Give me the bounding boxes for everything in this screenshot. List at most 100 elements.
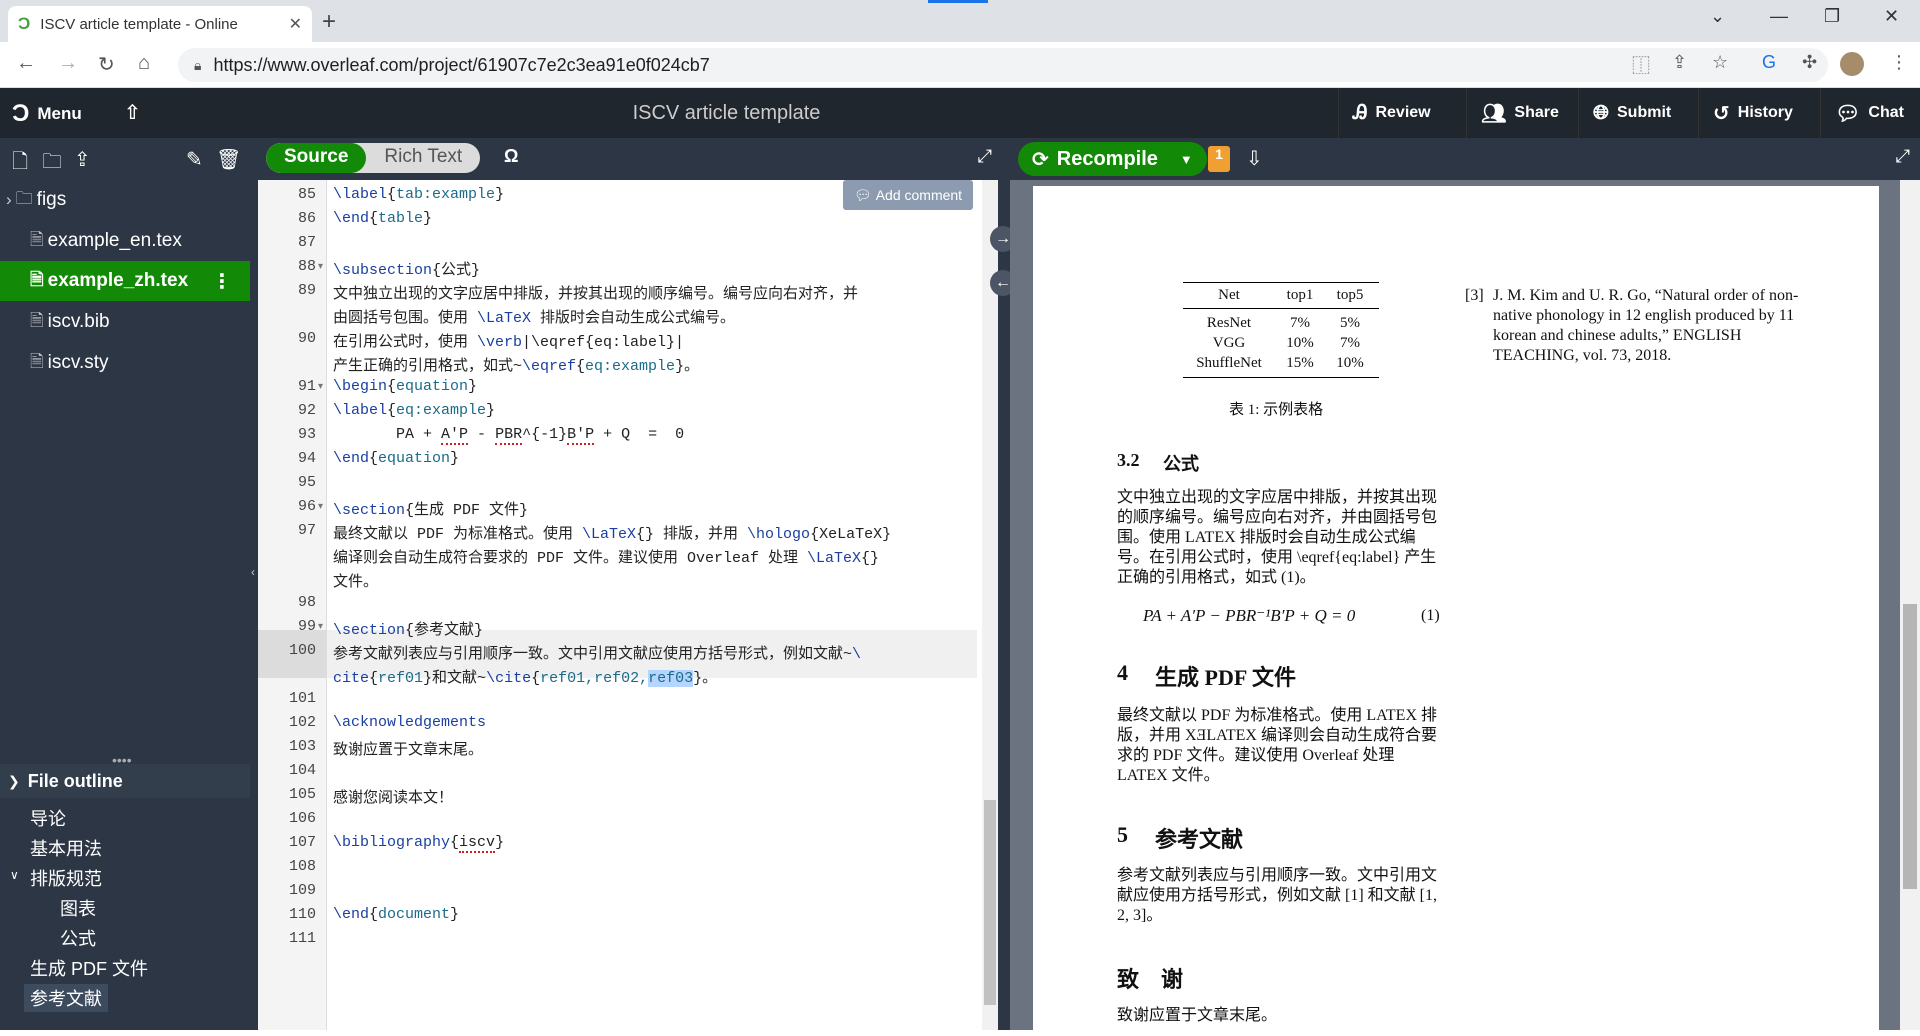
fold-arrow-icon[interactable]: ▾ bbox=[318, 501, 323, 512]
code-line: \begin{equation} bbox=[333, 378, 478, 395]
outline-item-active[interactable]: 参考文献 bbox=[24, 984, 108, 1012]
close-tab-icon[interactable]: ✕ bbox=[289, 14, 302, 34]
line-number: 110 bbox=[288, 906, 316, 923]
code-line: 致谢应置于文章末尾。 bbox=[333, 742, 484, 759]
close-window-button[interactable]: ✕ bbox=[1884, 6, 1899, 27]
new-file-icon[interactable]: 🗋 bbox=[12, 147, 28, 181]
file-tree-item-iscv-sty[interactable]: 🗎 iscv.sty bbox=[0, 343, 250, 383]
add-comment-button[interactable]: 💬︎ Add comment bbox=[843, 180, 973, 210]
outline-item[interactable]: 基本用法 bbox=[30, 834, 102, 862]
sidebar: 🗋 🗀 ⇪ ✎ 🗑︎ › 🗀 figs 🗎 example_en.tex 🗎 examp… bbox=[0, 138, 250, 1030]
delete-trash-icon[interactable]: 🗑︎ bbox=[216, 147, 241, 172]
chat-button[interactable]: 💬︎ Chat bbox=[1820, 88, 1918, 138]
review-button[interactable]: Ꭿ Review bbox=[1338, 88, 1445, 138]
file-tree-folder-figs[interactable]: › 🗀 figs bbox=[0, 180, 250, 220]
pdf-scroll-thumb[interactable] bbox=[1903, 604, 1917, 889]
file-tree-item-example-zh[interactable]: 🗎 example_zh.tex ⋮ bbox=[0, 261, 250, 301]
bookmark-star-icon[interactable]: ☆ bbox=[1712, 52, 1728, 73]
share-button[interactable]: 👥︎ Share bbox=[1466, 88, 1573, 138]
tab-search-icon[interactable]: ⌄ bbox=[1710, 6, 1725, 27]
home-icon[interactable]: ⌂ bbox=[138, 52, 150, 75]
review-label: Review bbox=[1375, 104, 1431, 121]
section-number: 3.2 bbox=[1117, 450, 1140, 470]
outline-item[interactable]: 导论 bbox=[30, 804, 66, 832]
code-line: 参考文献列表应与引用顺序一致。文中引用文献应使用方括号形式，例如文献~\ bbox=[333, 646, 862, 663]
line-number: 91 bbox=[297, 378, 316, 395]
equation: PA + A′P − PBR⁻¹B′P + Q = 0 bbox=[1143, 606, 1356, 625]
upload-icon[interactable]: ⇪ bbox=[74, 147, 91, 172]
table-header-row: Net top1 top5 bbox=[1183, 283, 1379, 309]
section-number: 5 bbox=[1117, 822, 1128, 847]
reference-label: [3] bbox=[1465, 287, 1484, 304]
back-icon[interactable]: ← bbox=[16, 52, 36, 75]
source-mode-button[interactable]: Source bbox=[266, 143, 367, 173]
outline-item[interactable]: 排版规范 bbox=[30, 864, 102, 892]
reload-icon[interactable]: ↻ bbox=[98, 52, 115, 77]
outline-item[interactable]: 公式 bbox=[60, 924, 96, 952]
editor-scroll-thumb[interactable] bbox=[984, 800, 996, 1005]
code-editor[interactable]: \label{tab:example} \end{table} \subsect… bbox=[327, 180, 977, 1030]
download-pdf-icon[interactable]: ⇩ bbox=[1246, 146, 1263, 171]
fold-arrow-icon[interactable]: ▾ bbox=[318, 621, 323, 632]
outline-item[interactable]: 图表 bbox=[60, 894, 96, 922]
pdf-toolbar: ⟳ Recompile ▼ 1 ⇩ ⤢ bbox=[1010, 138, 1920, 180]
acknowledgements-title: 致 谢 bbox=[1117, 967, 1184, 992]
table-caption: 表 1: 示例表格 bbox=[1229, 402, 1324, 418]
collapse-sidebar-icon[interactable]: ‹ bbox=[251, 565, 255, 579]
file-outline-header[interactable]: ❯ File outline bbox=[0, 764, 250, 798]
url-input[interactable]: 🔒︎ https://www.overleaf.com/project/6190… bbox=[178, 48, 1828, 82]
section-title: 生成 PDF 文件 bbox=[1155, 665, 1296, 690]
new-folder-icon[interactable]: 🗀 bbox=[42, 147, 62, 181]
rename-pencil-icon[interactable]: ✎ bbox=[186, 147, 203, 172]
caret-down-icon[interactable]: ▼ bbox=[1180, 152, 1193, 167]
equation-number: (1) bbox=[1421, 607, 1440, 624]
share-label: Share bbox=[1514, 104, 1559, 121]
sidebar-resizer[interactable] bbox=[250, 138, 258, 1030]
logs-button[interactable]: 1 bbox=[1208, 146, 1230, 172]
section-paragraph: 最终文献以 PDF 为标准格式。使用 LATEX 排版，并用 XƎLATEX 编… bbox=[1117, 707, 1438, 784]
lock-icon: 🔒︎ bbox=[194, 56, 202, 73]
file-tree-toolbar: 🗋 🗀 ⇪ ✎ 🗑︎ bbox=[0, 138, 250, 180]
file-icon: 🗎 bbox=[30, 269, 44, 289]
fold-arrow-icon[interactable]: ▾ bbox=[318, 261, 323, 272]
line-number: 102 bbox=[288, 714, 316, 731]
table-cell: ResNet bbox=[1206, 314, 1252, 331]
share-page-icon[interactable]: ⇪ bbox=[1672, 52, 1687, 73]
history-button[interactable]: ↺ History bbox=[1698, 88, 1807, 138]
outline-item[interactable]: 生成 PDF 文件 bbox=[30, 954, 148, 982]
recompile-button[interactable]: ⟳ Recompile ▼ bbox=[1018, 142, 1207, 176]
forward-icon[interactable]: → bbox=[58, 52, 78, 75]
new-tab-button[interactable]: + bbox=[322, 8, 336, 36]
file-tree-item-iscv-bib[interactable]: 🗎 iscv.bib bbox=[0, 302, 250, 342]
file-menu-icon[interactable]: ⋮ bbox=[212, 269, 232, 294]
fold-arrow-icon[interactable]: ▾ bbox=[318, 381, 323, 392]
rich-text-mode-button[interactable]: Rich Text bbox=[366, 143, 480, 173]
minimize-button[interactable]: — bbox=[1770, 6, 1788, 27]
browser-tab[interactable]: Ɔ ISCV article template - Online ✕ bbox=[8, 6, 312, 42]
chevron-right-icon: › bbox=[6, 190, 12, 209]
browser-menu-icon[interactable]: ⋮ bbox=[1890, 52, 1908, 73]
profile-avatar[interactable] bbox=[1840, 52, 1864, 76]
project-title[interactable]: ISCV article template bbox=[0, 102, 1453, 125]
symbol-palette-button[interactable]: Ω bbox=[504, 146, 518, 167]
expand-editor-icon[interactable]: ⤢ bbox=[978, 146, 992, 167]
chevron-down-icon[interactable]: ∨ bbox=[10, 868, 19, 882]
overleaf-favicon-icon: Ɔ bbox=[18, 14, 31, 33]
restore-button[interactable]: ❐ bbox=[1824, 6, 1840, 27]
section-title: 公式 bbox=[1163, 454, 1199, 474]
line-number: 105 bbox=[288, 786, 316, 803]
bib-file-icon: 🗎 bbox=[30, 310, 44, 330]
file-tree-item-example-en[interactable]: 🗎 example_en.tex bbox=[0, 221, 250, 261]
code-line: \acknowledgements bbox=[333, 714, 487, 731]
code-line: \label{eq:example} bbox=[333, 402, 496, 419]
translate-icon[interactable]: ⿰ bbox=[1632, 52, 1650, 78]
line-number: 87 bbox=[297, 234, 316, 251]
expand-pdf-icon[interactable]: ⤢ bbox=[1896, 146, 1910, 167]
globe-icon: 🌐︎ bbox=[1593, 101, 1609, 124]
google-translate-icon[interactable]: G bbox=[1762, 52, 1776, 73]
results-table: Net top1 top5 ResNet 7% 5% VGG 10% 7% Shuffl… bbox=[1183, 282, 1379, 378]
line-number: 86 bbox=[297, 210, 316, 227]
table-header: top5 bbox=[1336, 287, 1364, 303]
extensions-icon[interactable]: ✣ bbox=[1802, 52, 1817, 73]
submit-button[interactable]: 🌐︎ Submit bbox=[1578, 88, 1685, 138]
